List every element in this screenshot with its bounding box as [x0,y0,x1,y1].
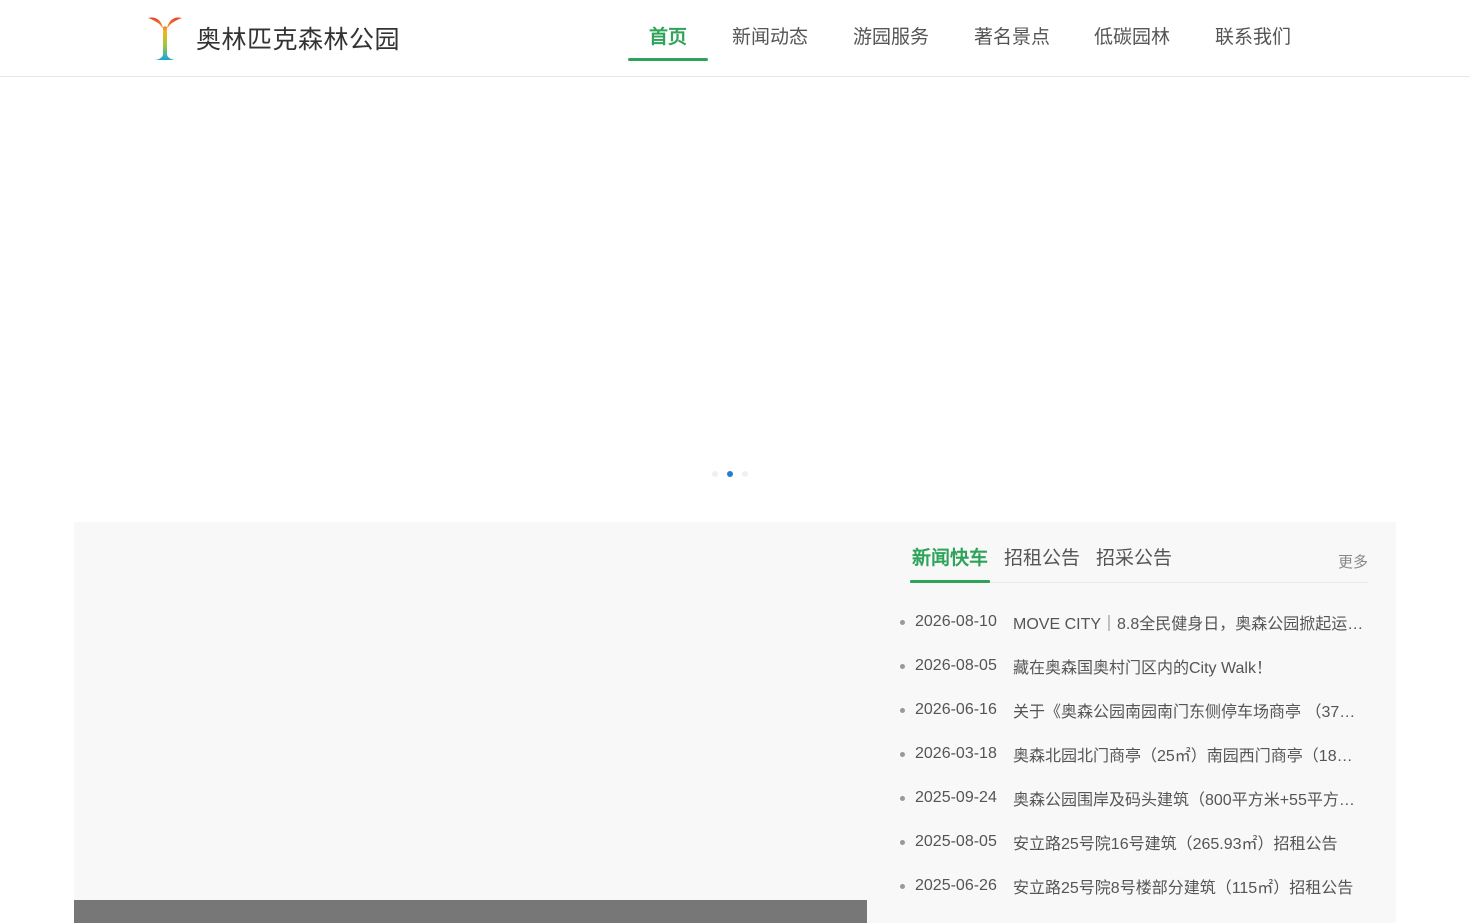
bullet-icon [900,619,905,625]
news-title[interactable]: 奥森公园围岸及码头建筑（800平方米+55平方米）招租公告 [1013,786,1368,810]
main-nav: 首页 新闻动态 游园服务 著名景点 低碳园林 联系我们 [628,0,1316,77]
site-header: 奥林匹克森林公园 首页 新闻动态 游园服务 著名景点 低碳园林 联系我们 [0,0,1470,77]
news-date: 2026-03-18 [915,745,997,762]
bullet-icon [900,663,905,669]
tab-label: 新闻快车 [912,548,989,569]
tab-label: 招采公告 [1096,548,1173,569]
nav-item-attractions[interactable]: 著名景点 [950,0,1074,77]
list-item[interactable]: 2026-08-05 藏在奥森国奥村门区内的City Walk！ [898,644,1368,688]
nav-item-home[interactable]: 首页 [628,0,708,77]
bullet-icon [900,707,905,713]
featured-news-image[interactable] [74,522,867,923]
bullet-icon [900,795,905,801]
site-name: 奥林匹克森林公园 [196,26,401,54]
carousel-dot-active[interactable] [727,471,733,477]
list-item[interactable]: 2026-06-16 关于《奥森公园南园南门东侧停车场商亭 （37㎡）招租公告》 [898,688,1368,732]
news-panel: 新闻快车 招租公告 招采公告 更多 2026-08-10 MOVE CITY｜8… [898,522,1368,923]
list-item[interactable]: 2026-08-10 MOVE CITY｜8.8全民健身日，奥森公园掀起运动热潮 [898,600,1368,644]
list-item[interactable]: 2025-06-26 安立路25号院8号楼部分建筑（115㎡）招租公告 [898,864,1368,908]
list-item[interactable]: 2025-08-05 安立路25号院16号建筑（265.93㎡）招租公告 [898,820,1368,864]
news-list: 2026-08-10 MOVE CITY｜8.8全民健身日，奥森公园掀起运动热潮… [898,600,1368,908]
news-date: 2026-08-05 [915,657,997,674]
hero-carousel[interactable] [0,77,1470,522]
nav-item-visitor-services[interactable]: 游园服务 [832,0,950,77]
news-date: 2025-06-26 [915,877,997,894]
bullet-icon [900,839,905,845]
carousel-pagination [712,471,748,477]
news-date: 2025-09-24 [915,789,997,806]
park-tree-logo-icon [146,14,184,62]
news-date: 2026-06-16 [915,701,997,718]
tab-news-express[interactable]: 新闻快车 [910,540,991,583]
featured-caption-bar [74,900,867,923]
more-link[interactable]: 更多 [1338,551,1368,572]
nav-active-underline [628,58,708,61]
nav-item-label: 联系我们 [1214,27,1291,48]
news-title[interactable]: MOVE CITY｜8.8全民健身日，奥森公园掀起运动热潮 [1013,610,1368,634]
news-title[interactable]: 关于《奥森公园南园南门东侧停车场商亭 （37㎡）招租公告》 [1013,698,1368,722]
nav-item-label: 首页 [648,27,687,48]
news-title[interactable]: 安立路25号院16号建筑（265.93㎡）招租公告 [1013,830,1368,854]
content-section: 新闻快车 招租公告 招采公告 更多 2026-08-10 MOVE CITY｜8… [74,522,1396,923]
bullet-icon [900,883,905,889]
news-tabs: 新闻快车 招租公告 招采公告 [910,540,1368,583]
nav-item-news[interactable]: 新闻动态 [708,0,832,77]
tab-procurement-notices[interactable]: 招采公告 [1096,540,1172,582]
news-date: 2026-08-10 [915,613,997,630]
news-date: 2025-08-05 [915,833,997,850]
news-title[interactable]: 藏在奥森国奥村门区内的City Walk！ [1013,654,1368,678]
nav-item-label: 低碳园林 [1093,27,1170,48]
nav-item-contact[interactable]: 联系我们 [1190,0,1316,77]
tab-rental-notices[interactable]: 招租公告 [1004,540,1080,582]
tab-active-underline [910,580,991,583]
list-item[interactable]: 2025-09-24 奥森公园围岸及码头建筑（800平方米+55平方米）招租公告 [898,776,1368,820]
news-title[interactable]: 安立路25号院8号楼部分建筑（115㎡）招租公告 [1013,874,1368,898]
list-item[interactable]: 2026-03-18 奥森北园北门商亭（25㎡）南园西门商亭（18㎡）招租公告 [898,732,1368,776]
nav-item-low-carbon[interactable]: 低碳园林 [1074,0,1190,77]
nav-item-label: 游园服务 [852,27,929,48]
news-title[interactable]: 奥森北园北门商亭（25㎡）南园西门商亭（18㎡）招租公告 [1013,742,1368,766]
nav-item-label: 著名景点 [973,27,1050,48]
bullet-icon [900,751,905,757]
carousel-dot[interactable] [712,471,718,477]
site-logo[interactable]: 奥林匹克森林公园 [146,14,400,62]
tab-label: 招租公告 [1004,548,1081,569]
carousel-dot[interactable] [742,471,748,477]
nav-item-label: 新闻动态 [731,27,808,48]
